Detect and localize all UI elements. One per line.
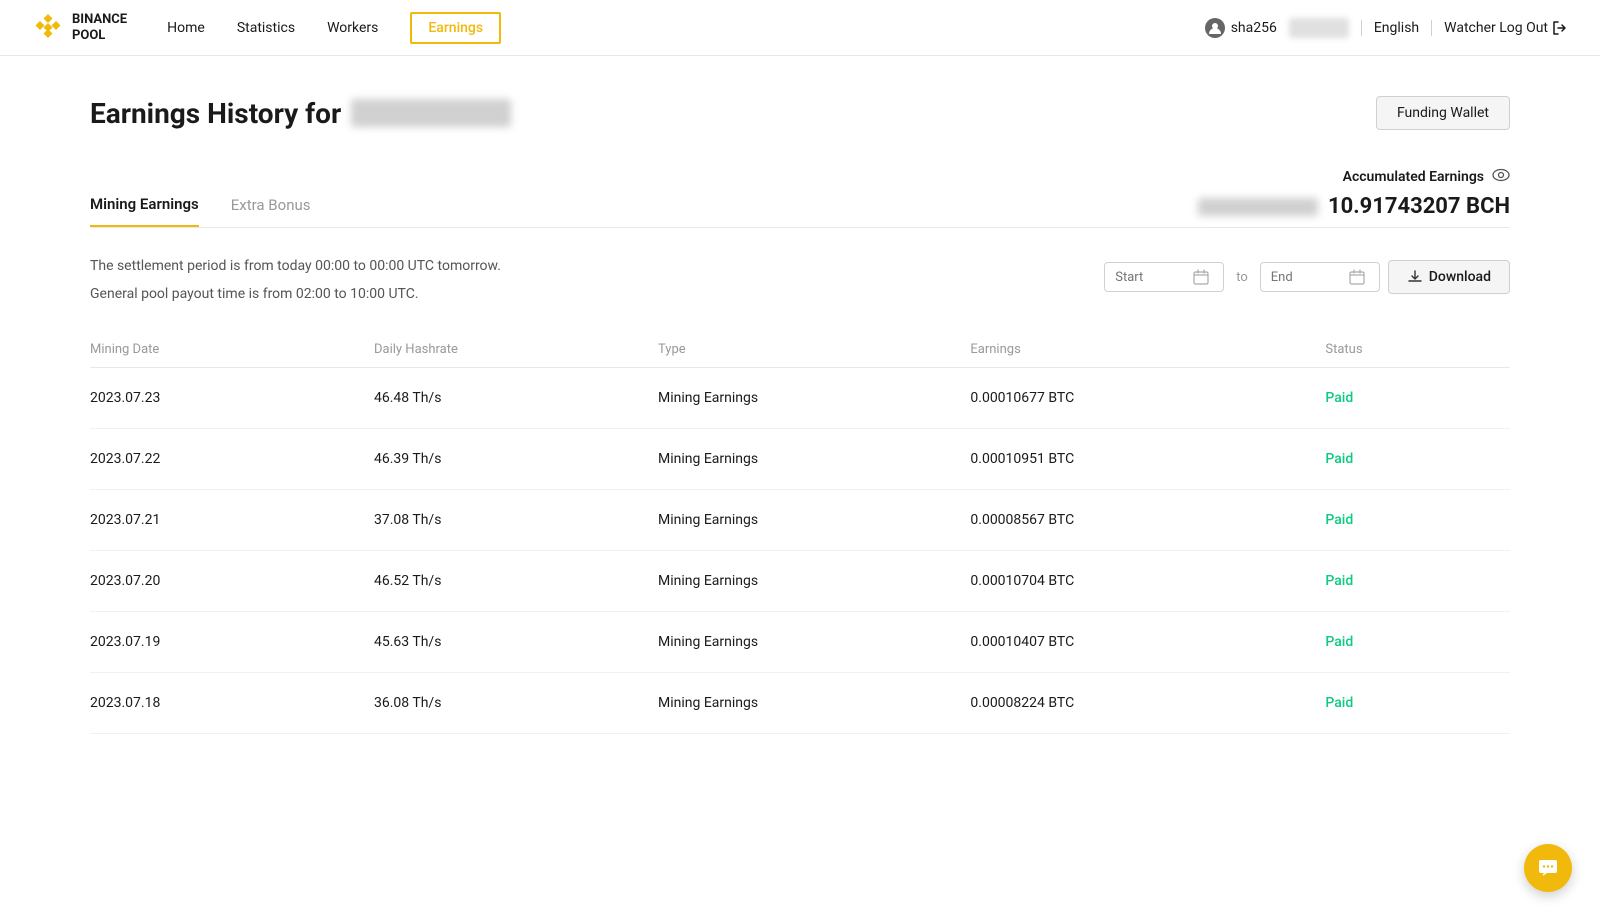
cell-earnings-5: 0.00008224 BTC: [970, 673, 1325, 734]
col-header-hashrate: Daily Hashrate: [374, 332, 658, 368]
table-row: 2023.07.21 37.08 Th/s Mining Earnings 0.…: [90, 490, 1510, 551]
table-row: 2023.07.23 46.48 Th/s Mining Earnings 0.…: [90, 368, 1510, 429]
chat-fab-button[interactable]: [1524, 844, 1572, 892]
cell-earnings-0: 0.00010677 BTC: [970, 368, 1325, 429]
calendar-icon-end: [1349, 269, 1365, 285]
page-header: Earnings History for Funding Wallet: [90, 96, 1510, 130]
cell-type-2: Mining Earnings: [658, 490, 970, 551]
accumulated-label-text: Accumulated Earnings: [1343, 169, 1484, 185]
cell-type-3: Mining Earnings: [658, 551, 970, 612]
cell-status-3: Paid: [1325, 551, 1510, 612]
accumulated-value: 10.91743207 BCH: [1328, 194, 1510, 219]
cell-type-0: Mining Earnings: [658, 368, 970, 429]
cell-status-0: Paid: [1325, 368, 1510, 429]
tabs-row: Mining Earnings Extra Bonus Accumulated …: [90, 166, 1510, 228]
binance-logo-icon: [32, 12, 64, 44]
col-header-date: Mining Date: [90, 332, 374, 368]
notice-2: General pool payout time is from 02:00 t…: [90, 280, 501, 308]
notice-1: The settlement period is from today 00:0…: [90, 252, 501, 280]
cell-earnings-2: 0.00008567 BTC: [970, 490, 1325, 551]
accumulated-blurred: [1198, 198, 1318, 216]
download-icon: [1407, 269, 1423, 285]
cell-type-5: Mining Earnings: [658, 673, 970, 734]
language-selector[interactable]: English: [1374, 20, 1419, 36]
logout-icon: [1552, 20, 1568, 36]
header-divider2: [1431, 20, 1432, 36]
account-info: sha256: [1205, 18, 1277, 38]
cell-date-2: 2023.07.21: [90, 490, 374, 551]
notices: The settlement period is from today 00:0…: [90, 252, 501, 308]
cell-status-1: Paid: [1325, 429, 1510, 490]
avatar-blurred: [1289, 18, 1349, 38]
col-header-earnings: Earnings: [970, 332, 1325, 368]
header-right: sha256 English Watcher Log Out: [1205, 18, 1568, 38]
content-top: The settlement period is from today 00:0…: [90, 252, 1510, 308]
table-row: 2023.07.22 46.39 Th/s Mining Earnings 0.…: [90, 429, 1510, 490]
cell-date-3: 2023.07.20: [90, 551, 374, 612]
cell-earnings-4: 0.00010407 BTC: [970, 612, 1325, 673]
nav-item-workers[interactable]: Workers: [327, 16, 378, 40]
cell-type-4: Mining Earnings: [658, 612, 970, 673]
tab-extra-bonus[interactable]: Extra Bonus: [231, 185, 311, 227]
header-divider: [1361, 20, 1362, 36]
cell-date-4: 2023.07.19: [90, 612, 374, 673]
title-prefix: Earnings History for: [90, 97, 341, 130]
main-nav: Home Statistics Workers Earnings: [167, 12, 1205, 44]
cell-hashrate-5: 36.08 Th/s: [374, 673, 658, 734]
table-row: 2023.07.18 36.08 Th/s Mining Earnings 0.…: [90, 673, 1510, 734]
date-separator: to: [1232, 270, 1252, 285]
nav-item-home[interactable]: Home: [167, 16, 205, 40]
username-blurred: [351, 99, 511, 127]
cell-date-1: 2023.07.22: [90, 429, 374, 490]
cell-date-5: 2023.07.18: [90, 673, 374, 734]
eye-icon[interactable]: [1492, 166, 1510, 188]
accumulated-value-row: 10.91743207 BCH: [1198, 194, 1510, 219]
cell-hashrate-1: 46.39 Th/s: [374, 429, 658, 490]
cell-earnings-3: 0.00010704 BTC: [970, 551, 1325, 612]
logo[interactable]: BINANCE POOL: [32, 12, 127, 44]
start-date-input[interactable]: [1115, 270, 1185, 285]
cell-status-2: Paid: [1325, 490, 1510, 551]
watcher-logout-button[interactable]: Watcher Log Out: [1444, 20, 1568, 36]
chat-icon: [1537, 857, 1559, 879]
logout-label: Watcher Log Out: [1444, 20, 1548, 36]
accumulated-earnings: Accumulated Earnings 10.91743207 BCH: [1198, 166, 1510, 227]
cell-hashrate-2: 37.08 Th/s: [374, 490, 658, 551]
calendar-icon-start: [1193, 269, 1209, 285]
cell-earnings-1: 0.00010951 BTC: [970, 429, 1325, 490]
table-row: 2023.07.20 46.52 Th/s Mining Earnings 0.…: [90, 551, 1510, 612]
accumulated-label: Accumulated Earnings: [1198, 166, 1510, 188]
tabs: Mining Earnings Extra Bonus: [90, 185, 343, 227]
end-date-input[interactable]: [1271, 270, 1341, 285]
account-icon: [1205, 18, 1225, 38]
end-date-wrapper[interactable]: [1260, 262, 1380, 292]
header: BINANCE POOL Home Statistics Workers Ear…: [0, 0, 1600, 56]
date-filter: to Download: [1104, 260, 1510, 294]
download-button[interactable]: Download: [1388, 260, 1510, 294]
cell-type-1: Mining Earnings: [658, 429, 970, 490]
funding-wallet-button[interactable]: Funding Wallet: [1376, 96, 1510, 130]
earnings-table: Mining Date Daily Hashrate Type Earnings…: [90, 332, 1510, 734]
cell-hashrate-3: 46.52 Th/s: [374, 551, 658, 612]
account-id: sha256: [1231, 20, 1277, 36]
table-header: Mining Date Daily Hashrate Type Earnings…: [90, 332, 1510, 368]
cell-date-0: 2023.07.23: [90, 368, 374, 429]
download-label: Download: [1429, 269, 1491, 285]
cell-status-4: Paid: [1325, 612, 1510, 673]
table-row: 2023.07.19 45.63 Th/s Mining Earnings 0.…: [90, 612, 1510, 673]
col-header-type: Type: [658, 332, 970, 368]
cell-status-5: Paid: [1325, 673, 1510, 734]
main-content: Earnings History for Funding Wallet Mini…: [30, 56, 1570, 774]
tab-mining-earnings[interactable]: Mining Earnings: [90, 185, 199, 227]
col-header-status: Status: [1325, 332, 1510, 368]
nav-item-earnings[interactable]: Earnings: [410, 12, 501, 44]
cell-hashrate-0: 46.48 Th/s: [374, 368, 658, 429]
start-date-wrapper[interactable]: [1104, 262, 1224, 292]
page-title: Earnings History for: [90, 97, 511, 130]
cell-hashrate-4: 45.63 Th/s: [374, 612, 658, 673]
logo-text: BINANCE POOL: [72, 12, 127, 43]
nav-item-statistics[interactable]: Statistics: [237, 16, 295, 40]
table-body: 2023.07.23 46.48 Th/s Mining Earnings 0.…: [90, 368, 1510, 734]
